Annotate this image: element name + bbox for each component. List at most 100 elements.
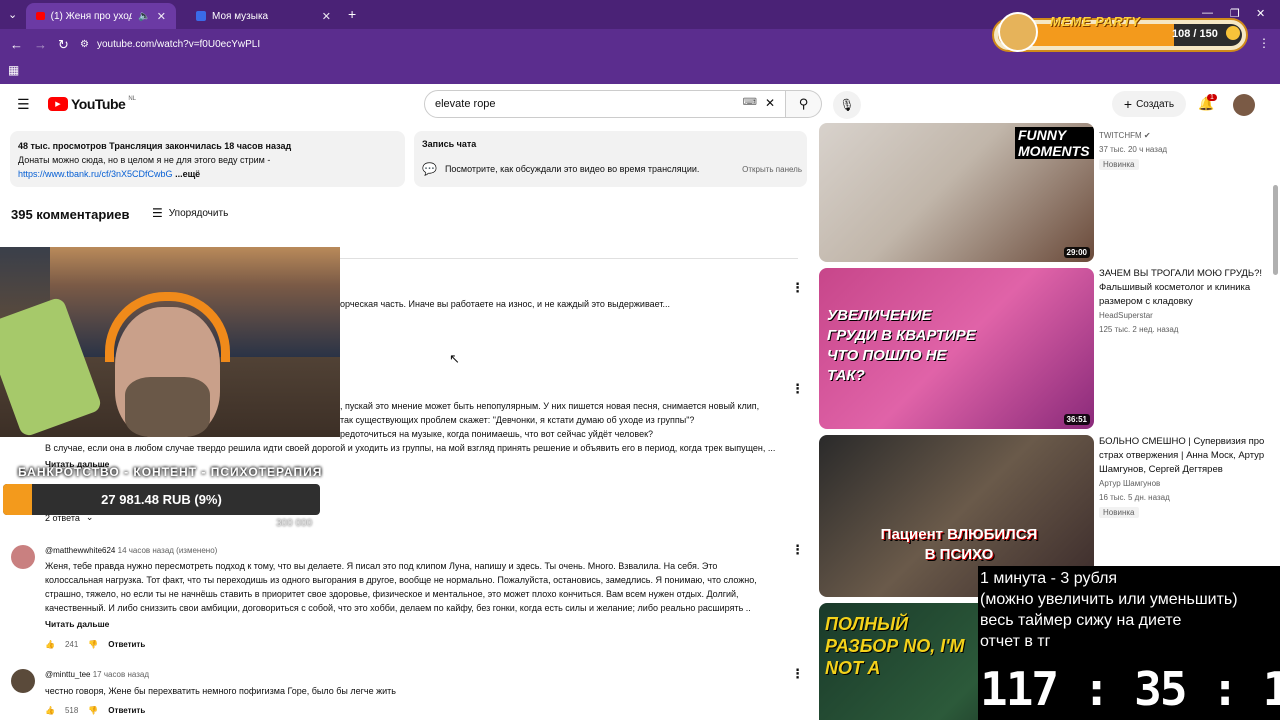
- create-label: Создать: [1136, 98, 1175, 110]
- video-duration: 29:00: [1063, 247, 1090, 258]
- menu-kebab-icon[interactable]: ⋮: [1258, 36, 1270, 50]
- view-stats: 48 тыс. просмотров Трансляция закончилас…: [18, 141, 292, 151]
- reply-button[interactable]: Ответить: [108, 640, 145, 649]
- open-panel-button[interactable]: Открыть панель: [742, 165, 802, 174]
- video-title[interactable]: БОЛЬНО СМЕШНО | Супервизия про страх отв…: [1099, 435, 1269, 477]
- like-icon[interactable]: 👍: [45, 706, 55, 715]
- video-stats: 125 тыс. 2 нед. назад: [1099, 325, 1179, 334]
- channel-name[interactable]: HeadSuperstar: [1099, 309, 1269, 323]
- meme-party-widget: MEME PARTY 108 / 150: [992, 12, 1248, 52]
- video-meta[interactable]: TWITCHFM ✔ 37 тыс. 20 ч назад Новинка: [1099, 129, 1269, 170]
- tab-active[interactable]: (1) Женя про уход Горе и 🔈 ✕: [26, 3, 176, 29]
- comment-line: честно говоря, Жене бы перехватить немно…: [45, 686, 396, 696]
- stream-banner: БАНКРОТСТВО - КОНТЕНТ - ПСИХОТЕРАПИЯ: [18, 465, 323, 479]
- donation-link[interactable]: https://www.tbank.ru/cf/3nX5CDfCwbG: [18, 169, 173, 179]
- timer-rules: 1 минута - 3 рубля (можно увеличить или …: [980, 568, 1238, 652]
- channel-name[interactable]: Артур Шамгунов: [1099, 477, 1269, 491]
- comment-line: колоссальная нагрузка. Тот факт, что ты …: [45, 575, 757, 585]
- thumbnail-caption: Пациент ВЛЮБИЛСЯ В ПСИХО: [880, 526, 1038, 563]
- comment-menu-icon[interactable]: ⋮: [791, 666, 804, 682]
- video-title[interactable]: ЗАЧЕМ ВЫ ТРОГАЛИ МОЮ ГРУДЬ?! Фальшивый к…: [1099, 267, 1269, 309]
- search-icon: ⚲: [798, 96, 809, 111]
- tab-close-icon[interactable]: ✕: [322, 10, 331, 23]
- apps-grid-icon[interactable]: ▦: [8, 63, 19, 77]
- show-more-link[interactable]: ...ещё: [175, 169, 200, 179]
- create-button[interactable]: + Создать: [1112, 91, 1186, 117]
- account-avatar[interactable]: [1233, 94, 1255, 116]
- chat-replay-text: Посмотрите, как обсуждали это видео во в…: [444, 164, 700, 174]
- sort-button[interactable]: ☰ Упорядочить: [152, 206, 228, 220]
- video-meta[interactable]: БОЛЬНО СМЕШНО | Супервизия про страх отв…: [1099, 435, 1269, 518]
- tab-music[interactable]: Моя музыка ✕: [186, 3, 341, 29]
- comment-author[interactable]: @minttu_tee: [45, 670, 90, 679]
- logo-text: YouTube: [71, 96, 126, 112]
- comment-text: орческая часть. Иначе вы работаете на из…: [340, 299, 670, 309]
- new-badge: Новинка: [1099, 159, 1139, 170]
- timer-rule-line: отчет в тг: [980, 633, 1051, 650]
- youtube-logo[interactable]: ▶ YouTube NL: [48, 96, 136, 112]
- microphone-icon: 🎙: [839, 98, 855, 112]
- tab-list-chevron-icon[interactable]: ⌄: [8, 8, 17, 21]
- channel-name[interactable]: TWITCHFM ✔: [1099, 129, 1269, 143]
- address-bar[interactable]: ⚙ youtube.com/watch?v=f0U0ecYwPLI: [80, 34, 980, 54]
- forward-icon[interactable]: →: [34, 37, 47, 52]
- read-more-link[interactable]: Читать дальше: [45, 617, 109, 631]
- dislike-icon[interactable]: 👎: [88, 706, 98, 715]
- like-count: 241: [64, 640, 79, 649]
- comment-menu-icon[interactable]: ⋮: [791, 381, 804, 397]
- hamburger-menu-icon[interactable]: ☰: [17, 96, 30, 113]
- beard: [125, 377, 210, 437]
- url-text: youtube.com/watch?v=f0U0ecYwPLI: [96, 38, 261, 50]
- close-window-icon[interactable]: ✕: [1256, 7, 1265, 20]
- comment-actions: 👍 241 👎 Ответить: [45, 640, 145, 649]
- comment-line: качественный. И либо сниззить свои амбиц…: [45, 603, 751, 613]
- video-meta[interactable]: ЗАЧЕМ ВЫ ТРОГАЛИ МОЮ ГРУДЬ?! Фальшивый к…: [1099, 267, 1269, 337]
- donation-goal-bar: 27 981.48 RUB (9%): [3, 484, 320, 515]
- avatar[interactable]: [11, 545, 35, 569]
- comment-time[interactable]: 17 часов назад: [93, 670, 149, 679]
- avatar[interactable]: [11, 669, 35, 693]
- reply-button[interactable]: Ответить: [108, 706, 145, 715]
- comment-time[interactable]: 14 часов назад (изменено): [118, 546, 218, 555]
- back-icon[interactable]: ←: [10, 37, 23, 52]
- tab-title: (1) Женя про уход Горе и: [50, 10, 133, 22]
- video-description[interactable]: 48 тыс. просмотров Трансляция закончилас…: [10, 131, 405, 187]
- comments-count: 395 комментариев: [11, 207, 130, 222]
- keyboard-icon[interactable]: ⌨: [743, 97, 757, 108]
- new-badge: Новинка: [1099, 507, 1139, 518]
- thumbnail-caption: УВЕЛИЧЕНИЕ ГРУДИ В КВАРТИРЕ ЧТО ПОШЛО НЕ…: [827, 307, 976, 384]
- video-stats: 16 тыс. 5 дн. назад: [1099, 493, 1170, 502]
- like-icon[interactable]: 👍: [45, 640, 55, 649]
- dislike-icon[interactable]: 👎: [88, 640, 98, 649]
- comment-author[interactable]: @matthewwhite624: [45, 546, 115, 555]
- reload-icon[interactable]: ↻: [58, 37, 69, 53]
- coin-icon: [1226, 26, 1240, 40]
- donation-goal: 300 000: [276, 518, 313, 529]
- voice-search-button[interactable]: 🎙: [833, 91, 861, 119]
- audio-icon[interactable]: 🔈: [138, 11, 150, 22]
- region-code: NL: [128, 96, 136, 102]
- comment-menu-icon[interactable]: ⋮: [791, 280, 804, 296]
- meme-party-title: MEME PARTY: [1050, 14, 1141, 29]
- plus-icon: +: [1123, 96, 1133, 112]
- music-favicon-icon: [196, 11, 206, 21]
- chat-replay-title: Запись чата: [422, 139, 477, 149]
- video-thumbnail[interactable]: УВЕЛИЧЕНИЕ ГРУДИ В КВАРТИРЕ ЧТО ПОШЛО НЕ…: [819, 268, 1094, 429]
- thumbnail-caption: FUNNY MOMENTS: [1015, 127, 1094, 159]
- video-duration: 36:51: [1063, 414, 1090, 425]
- search-input[interactable]: elevate rope ⌨ ✕: [424, 90, 786, 118]
- comment-header: @minttu_tee 17 часов назад: [45, 670, 149, 679]
- new-tab-button[interactable]: +: [348, 6, 356, 22]
- comment-line: страшно, тяжело, но если ты не начнёшь с…: [45, 589, 739, 599]
- video-stats: 37 тыс. 20 ч назад: [1099, 145, 1168, 154]
- timer-overlay: 1 минута - 3 рубля (можно увеличить или …: [978, 566, 1280, 720]
- tab-close-icon[interactable]: ✕: [157, 10, 166, 23]
- site-info-icon[interactable]: ⚙: [80, 39, 89, 50]
- search-button[interactable]: ⚲: [786, 90, 822, 118]
- scrollbar-thumb[interactable]: [1273, 185, 1278, 275]
- sort-icon: ☰: [152, 206, 163, 220]
- chat-icon: 💬: [422, 162, 437, 176]
- video-thumbnail[interactable]: FUNNY MOMENTS 29:00: [819, 123, 1094, 262]
- clear-search-icon[interactable]: ✕: [765, 96, 775, 110]
- comment-menu-icon[interactable]: ⋮: [791, 542, 804, 558]
